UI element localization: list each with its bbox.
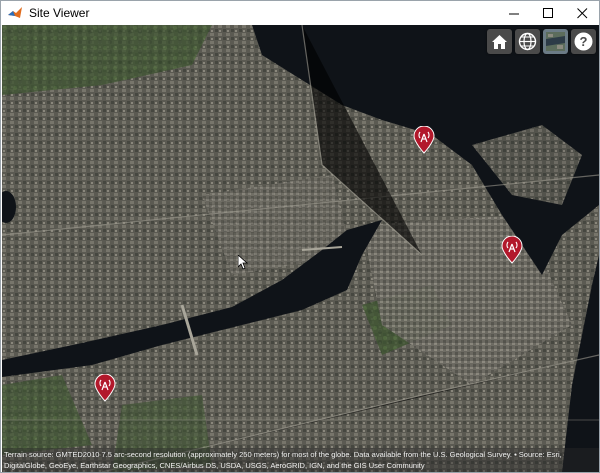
map-attribution: Terrain source: GMTED2010 7.5 arc-second… [2, 448, 599, 472]
globe-icon [518, 32, 537, 51]
window-title: Site Viewer [29, 6, 90, 20]
site-viewer-window: Site Viewer ? Terrain source: GMTED2010 … [0, 0, 600, 473]
map-viewport[interactable]: ? Terrain source: GMTED2010 7.5 arc-seco… [2, 25, 599, 472]
home-button[interactable] [487, 29, 512, 54]
site-marker-3[interactable] [94, 374, 116, 402]
site-marker-2[interactable] [501, 236, 523, 264]
home-icon [492, 35, 507, 49]
map-toolbar: ? [487, 29, 596, 54]
site-marker-1[interactable] [413, 126, 435, 154]
help-icon-label: ? [580, 34, 588, 49]
map-view-icon [546, 32, 565, 51]
base-layer-button[interactable] [515, 29, 540, 54]
title-bar[interactable]: Site Viewer [1, 1, 599, 25]
maximize-button[interactable] [531, 1, 565, 25]
scene-mode-button[interactable] [543, 29, 568, 54]
matlab-app-icon [8, 7, 22, 18]
mouse-cursor-icon [238, 255, 248, 270]
help-button[interactable]: ? [571, 29, 596, 54]
maximize-icon [542, 7, 553, 18]
help-icon: ? [574, 32, 593, 51]
minimize-icon [508, 13, 519, 14]
minimize-button[interactable] [497, 1, 531, 25]
close-icon [576, 7, 587, 18]
close-button[interactable] [565, 1, 599, 25]
